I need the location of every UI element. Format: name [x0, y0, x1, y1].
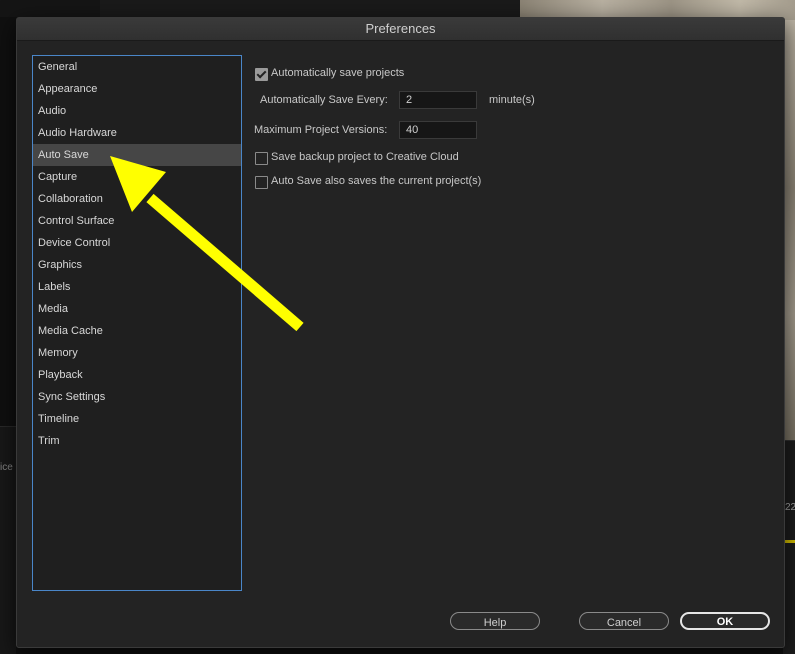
max-versions-label: Maximum Project Versions: [254, 124, 388, 136]
cancel-button[interactable]: Cancel [579, 612, 669, 630]
sidebar-item-memory[interactable]: Memory [33, 342, 241, 364]
background-playhead-marker [785, 540, 795, 543]
background-left-text: ice [0, 462, 13, 473]
sidebar-item-audio-hardware[interactable]: Audio Hardware [33, 122, 241, 144]
sidebar-item-device-control[interactable]: Device Control [33, 232, 241, 254]
background-panel-top-mid [100, 0, 520, 17]
sidebar-item-timeline[interactable]: Timeline [33, 408, 241, 430]
sidebar-item-collaboration[interactable]: Collaboration [33, 188, 241, 210]
sidebar-item-media-cache[interactable]: Media Cache [33, 320, 241, 342]
save-current-label[interactable]: Auto Save also saves the current project… [271, 175, 481, 187]
sidebar-item-labels[interactable]: Labels [33, 276, 241, 298]
max-versions-input[interactable] [399, 121, 477, 139]
sidebar-item-general[interactable]: General [33, 56, 241, 78]
backup-cloud-label[interactable]: Save backup project to Creative Cloud [271, 151, 459, 163]
background-timecode: 22 [785, 502, 795, 513]
sidebar-item-sync-settings[interactable]: Sync Settings [33, 386, 241, 408]
sidebar-item-capture[interactable]: Capture [33, 166, 241, 188]
background-left-panel [0, 426, 16, 654]
background-panel-top-left [0, 0, 100, 17]
preferences-sidebar: General Appearance Audio Audio Hardware Auto… [32, 55, 242, 591]
sidebar-item-audio[interactable]: Audio [33, 100, 241, 122]
save-every-unit: minute(s) [489, 94, 535, 106]
save-current-checkbox[interactable] [255, 176, 268, 189]
ok-button[interactable]: OK [680, 612, 770, 630]
sidebar-item-media[interactable]: Media [33, 298, 241, 320]
auto-save-projects-label[interactable]: Automatically save projects [271, 67, 404, 79]
preferences-dialog: Preferences General Appearance Audio Audio … [16, 17, 785, 648]
sidebar-item-graphics[interactable]: Graphics [33, 254, 241, 276]
sidebar-item-auto-save[interactable]: Auto Save [33, 144, 241, 166]
help-button[interactable]: Help [450, 612, 540, 630]
save-every-label: Automatically Save Every: [260, 94, 388, 106]
sidebar-item-control-surface[interactable]: Control Surface [33, 210, 241, 232]
sidebar-item-playback[interactable]: Playback [33, 364, 241, 386]
auto-save-projects-checkbox[interactable] [255, 68, 268, 81]
backup-cloud-checkbox[interactable] [255, 152, 268, 165]
save-every-input[interactable] [399, 91, 477, 109]
sidebar-item-appearance[interactable]: Appearance [33, 78, 241, 100]
dialog-title: Preferences [17, 18, 784, 41]
sidebar-item-trim[interactable]: Trim [33, 430, 241, 452]
